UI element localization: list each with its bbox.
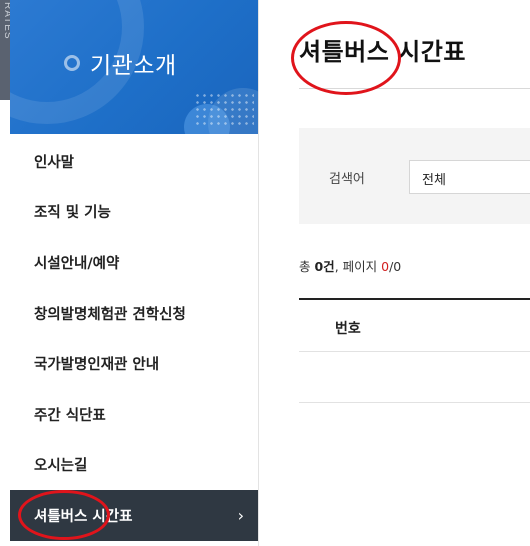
sidebar-item-directions[interactable]: 오시는길 xyxy=(10,440,258,491)
sidebar-item-shuttle-schedule[interactable]: 셔틀버스 시간표 › xyxy=(10,490,258,541)
table-top-border xyxy=(299,298,530,300)
summary-count: 0건 xyxy=(314,259,335,274)
background-strip: RATES xyxy=(0,0,10,100)
sidebar-item-label: 인사말 xyxy=(34,154,75,171)
banner-dot-pattern xyxy=(194,92,254,128)
sidebar-item-greeting[interactable]: 인사말 xyxy=(10,136,258,187)
summary-current-page: 0 xyxy=(381,259,390,274)
sidebar-item-label: 국가발명인재관 안내 xyxy=(34,357,160,374)
sidebar-banner-label: 기관소개 xyxy=(90,53,177,79)
sidebar-item-tour-request[interactable]: 창의발명체험관 견학신청 xyxy=(10,288,258,339)
sidebar-item-label: 오시는길 xyxy=(34,458,88,475)
page-title: 셔틀버스 시간표 xyxy=(299,38,466,66)
sidebar-banner-title: 기관소개 xyxy=(64,46,177,80)
sidebar-item-label: 조직 및 기능 xyxy=(34,205,111,222)
sidebar: 기관소개 인사말 조직 및 기능 시설안내/예약 창의발명체험관 견학신청 국가… xyxy=(10,0,259,546)
sidebar-banner: 기관소개 xyxy=(10,0,258,134)
search-panel: 검색어 전체 xyxy=(299,128,530,224)
search-select[interactable]: 전체 xyxy=(409,160,530,194)
ring-icon xyxy=(64,55,80,71)
sidebar-item-national-hall[interactable]: 국가발명인재관 안내 xyxy=(10,338,258,389)
table-header-divider xyxy=(299,351,530,352)
sidebar-item-label: 창의발명체험관 견학신청 xyxy=(34,306,186,323)
table-header-number: 번호 xyxy=(335,321,361,337)
title-divider xyxy=(299,88,530,89)
sidebar-item-label: 셔틀버스 시간표 xyxy=(34,508,133,525)
result-summary: 총 0건, 페이지 0/0 xyxy=(299,256,401,275)
sidebar-item-label: 시설안내/예약 xyxy=(34,255,120,272)
sidebar-item-label: 주간 식단표 xyxy=(34,407,106,424)
sidebar-item-facilities[interactable]: 시설안내/예약 xyxy=(10,237,258,288)
sidebar-item-weekly-menu[interactable]: 주간 식단표 xyxy=(10,389,258,440)
sidebar-item-organization[interactable]: 조직 및 기능 xyxy=(10,187,258,238)
sidebar-menu: 인사말 조직 및 기능 시설안내/예약 창의발명체험관 견학신청 국가발명인재관… xyxy=(10,136,258,541)
chevron-right-icon: › xyxy=(237,505,244,525)
search-label: 검색어 xyxy=(329,172,365,187)
table-empty-row xyxy=(299,402,530,403)
summary-prefix: 총 xyxy=(299,259,315,274)
background-strip-text: RATES xyxy=(2,2,10,40)
summary-page-label: , 페이지 xyxy=(334,259,382,274)
main-content: 셔틀버스 시간표 검색어 전체 총 0건, 페이지 0/0 번호 xyxy=(299,0,530,546)
summary-total-pages: 0 xyxy=(393,259,402,274)
